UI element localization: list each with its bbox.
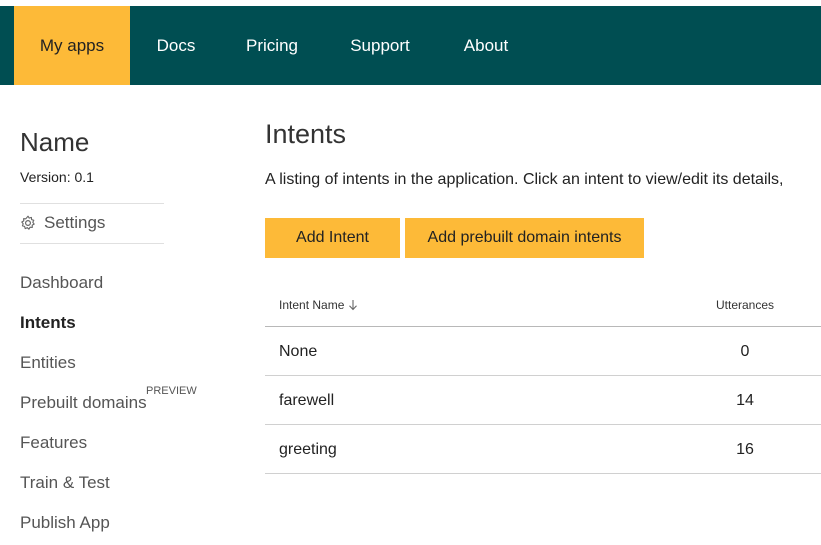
nav-support[interactable]: Support xyxy=(334,6,426,85)
table-row-intent-name[interactable]: None xyxy=(279,343,317,361)
table-row-divider xyxy=(265,375,821,376)
page-title: Intents xyxy=(265,119,347,149)
gear-icon xyxy=(20,213,44,232)
nav-pricing[interactable]: Pricing xyxy=(232,6,312,85)
table-row-divider xyxy=(265,473,821,474)
column-header-intent-name[interactable]: Intent Name xyxy=(279,298,358,312)
nav-about[interactable]: About xyxy=(450,6,522,85)
settings-link[interactable]: Settings xyxy=(20,213,105,233)
sidebar-divider xyxy=(20,203,164,204)
app-name: Name xyxy=(20,127,90,157)
table-header-divider xyxy=(265,326,821,327)
sidebar-item-prebuilt-domains[interactable]: Prebuilt domains xyxy=(20,393,147,413)
nav-docs[interactable]: Docs xyxy=(140,6,212,85)
intent-name-header-label: Intent Name xyxy=(279,298,345,312)
nav-my-apps[interactable]: My apps xyxy=(14,6,130,85)
settings-label: Settings xyxy=(44,213,106,232)
sidebar-item-train-test[interactable]: Train & Test xyxy=(20,473,110,493)
preview-badge: PREVIEW xyxy=(146,385,197,397)
sidebar-item-entities[interactable]: Entities xyxy=(20,353,76,373)
sidebar-divider xyxy=(20,243,164,244)
sidebar: Name Version: 0.1 Settings Dashboard Int… xyxy=(0,85,200,545)
column-header-utterances[interactable]: Utterances xyxy=(715,298,775,312)
sidebar-item-intents[interactable]: Intents xyxy=(20,313,76,333)
app-version: Version: 0.1 xyxy=(20,169,94,185)
sidebar-item-features[interactable]: Features xyxy=(20,433,87,453)
table-row-utterances: 14 xyxy=(736,392,754,409)
table-row-intent-name[interactable]: farewell xyxy=(279,392,334,410)
top-nav-bar: My apps Docs Pricing Support About xyxy=(0,6,821,85)
table-row-utterances: 0 xyxy=(740,343,750,360)
add-prebuilt-domain-intents-button[interactable]: Add prebuilt domain intents xyxy=(405,218,644,258)
table-row-intent-name[interactable]: greeting xyxy=(279,441,337,459)
add-intent-button[interactable]: Add Intent xyxy=(265,218,400,258)
sort-arrow-down-icon xyxy=(344,298,358,312)
sidebar-item-publish-app[interactable]: Publish App xyxy=(20,513,110,533)
table-row-divider xyxy=(265,424,821,425)
page-description: A listing of intents in the application.… xyxy=(265,171,784,188)
main-content: Intents A listing of intents in the appl… xyxy=(265,85,821,545)
table-row-utterances: 16 xyxy=(736,441,754,458)
sidebar-item-dashboard[interactable]: Dashboard xyxy=(20,273,103,293)
